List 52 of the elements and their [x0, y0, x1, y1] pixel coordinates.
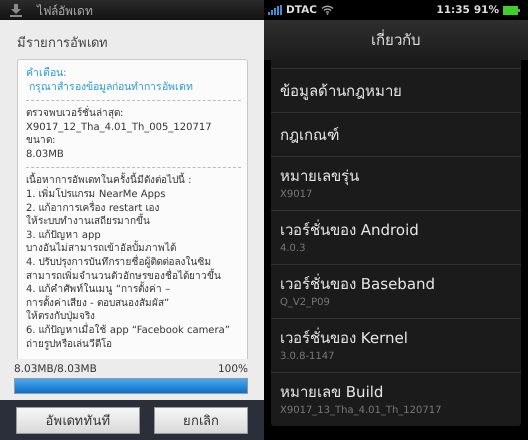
warning-label: คำเตือน: [26, 66, 68, 80]
changelog-line: 4. แก้คำศัพท์ในเมนู “การตั้งค่า – [26, 283, 241, 297]
carrier-name: DTAC [286, 4, 317, 16]
item-title: หมายเลขรุ่น [280, 166, 360, 186]
settings-item[interactable]: เวอร์ชั่นของ Android 4.0.3 [271, 211, 521, 265]
settings-item[interactable]: หมายเลข Build X9017_13_Tha_4.01_Th_120717 [271, 373, 521, 426]
settings-item[interactable]: กฎเกณฑ์ [271, 113, 521, 157]
version-info-line: ตรวจพบเวอร์ชั่นล่าสุด: [26, 107, 241, 121]
settings-item[interactable]: เวอร์ชั่นของ Baseband Q_V2_P09 [271, 265, 521, 319]
changelog-line: สามารถเพิ่มจำนวนตัวอักษรของชื่อได้ยาวขึ้น [26, 270, 222, 282]
item-title: กฎเกณฑ์ [280, 124, 340, 146]
item-title: หมายเลข Build [280, 382, 384, 402]
dialog-heading: มีรายการอัพเดท [16, 34, 109, 53]
version-info-line: ขนาด: [26, 134, 56, 148]
changelog-line: การตั้งค่าเสียง - ตอบสนองสัมผัส” [26, 296, 170, 310]
battery-icon [503, 6, 520, 14]
battery-percent: 91% [474, 4, 499, 16]
item-value: Q_V2_P09 [280, 296, 331, 310]
signal-icon [268, 5, 282, 15]
item-title: เวอร์ชั่นของ Kernel [280, 326, 409, 348]
item-title: ข้อมูลด้านกฎหมาย [280, 80, 403, 102]
update-now-button[interactable]: อัพเดททันที [16, 406, 140, 434]
cancel-button[interactable]: ยกเลิก [154, 406, 248, 434]
version-info-line: 8.03MB [26, 148, 65, 162]
changelog-line: 6. แก้ปัญหาเมื่อใช้ app “Facebook camera” [26, 324, 231, 338]
changelog-line: บางอันไม่สามารถเข้าอัลบั้มภาพได้ [26, 242, 241, 256]
item-title: เวอร์ชั่นของ Baseband [280, 272, 436, 294]
changelog-line: ถ่ายรูปหรือเล่นวีดีโอ [26, 338, 113, 352]
settings-item[interactable]: หมายเลขรุ่น X9017 [271, 157, 521, 211]
changelog-line: เนื้อหาการอัพเดทในครั้งนี้มีดังต่อไปนี้ : [26, 174, 241, 188]
changelog-line: 1. เพิ่มโปรแกรม NearMe Apps [26, 188, 166, 200]
settings-item[interactable]: เวอร์ชั่นของ Kernel 3.0.8-1147 [271, 319, 521, 373]
settings-item[interactable]: ข้อมูลด้านกฎหมาย [271, 69, 521, 113]
download-icon [10, 4, 22, 16]
item-value: X9017_13_Tha_4.01_Th_120717 [280, 404, 442, 418]
changelog-line: ให้ตรงกับปุ่มจริง [26, 310, 96, 322]
wifi-icon [320, 5, 334, 15]
clock: 11:35 [436, 4, 470, 16]
item-value: 3.0.8-1147 [280, 350, 336, 364]
item-value: X9017 [280, 188, 314, 202]
changelog-line: 4. ปรับปรุงการบันทึกรายชื่อผู้ติดต่อลงในซิม [26, 256, 213, 268]
window-title: ไฟล์อัพเดท [37, 2, 93, 20]
warning-text: กรุณาสำรองข้อมูลก่อนทำการอัพเดท [28, 80, 194, 94]
download-size: 8.03MB/8.03MB [14, 363, 97, 375]
changelog-line: 2. แก้อาการเครื่อง restart เอง [26, 202, 160, 214]
download-percent: 100% [218, 363, 248, 375]
version-info-line: X9017_12_Tha_4.01_Th_005_120717 [26, 120, 213, 134]
screen-title: เกี่ยวกับ [264, 20, 528, 60]
item-value: 4.0.3 [280, 242, 306, 256]
changelog-line: 3. แก้ปัญหา app [26, 228, 101, 241]
item-title: เวอร์ชั่นของ Android [280, 218, 420, 240]
changelog-line: ให้ระบบทำงานเสถียรมากขึ้น [26, 215, 241, 229]
